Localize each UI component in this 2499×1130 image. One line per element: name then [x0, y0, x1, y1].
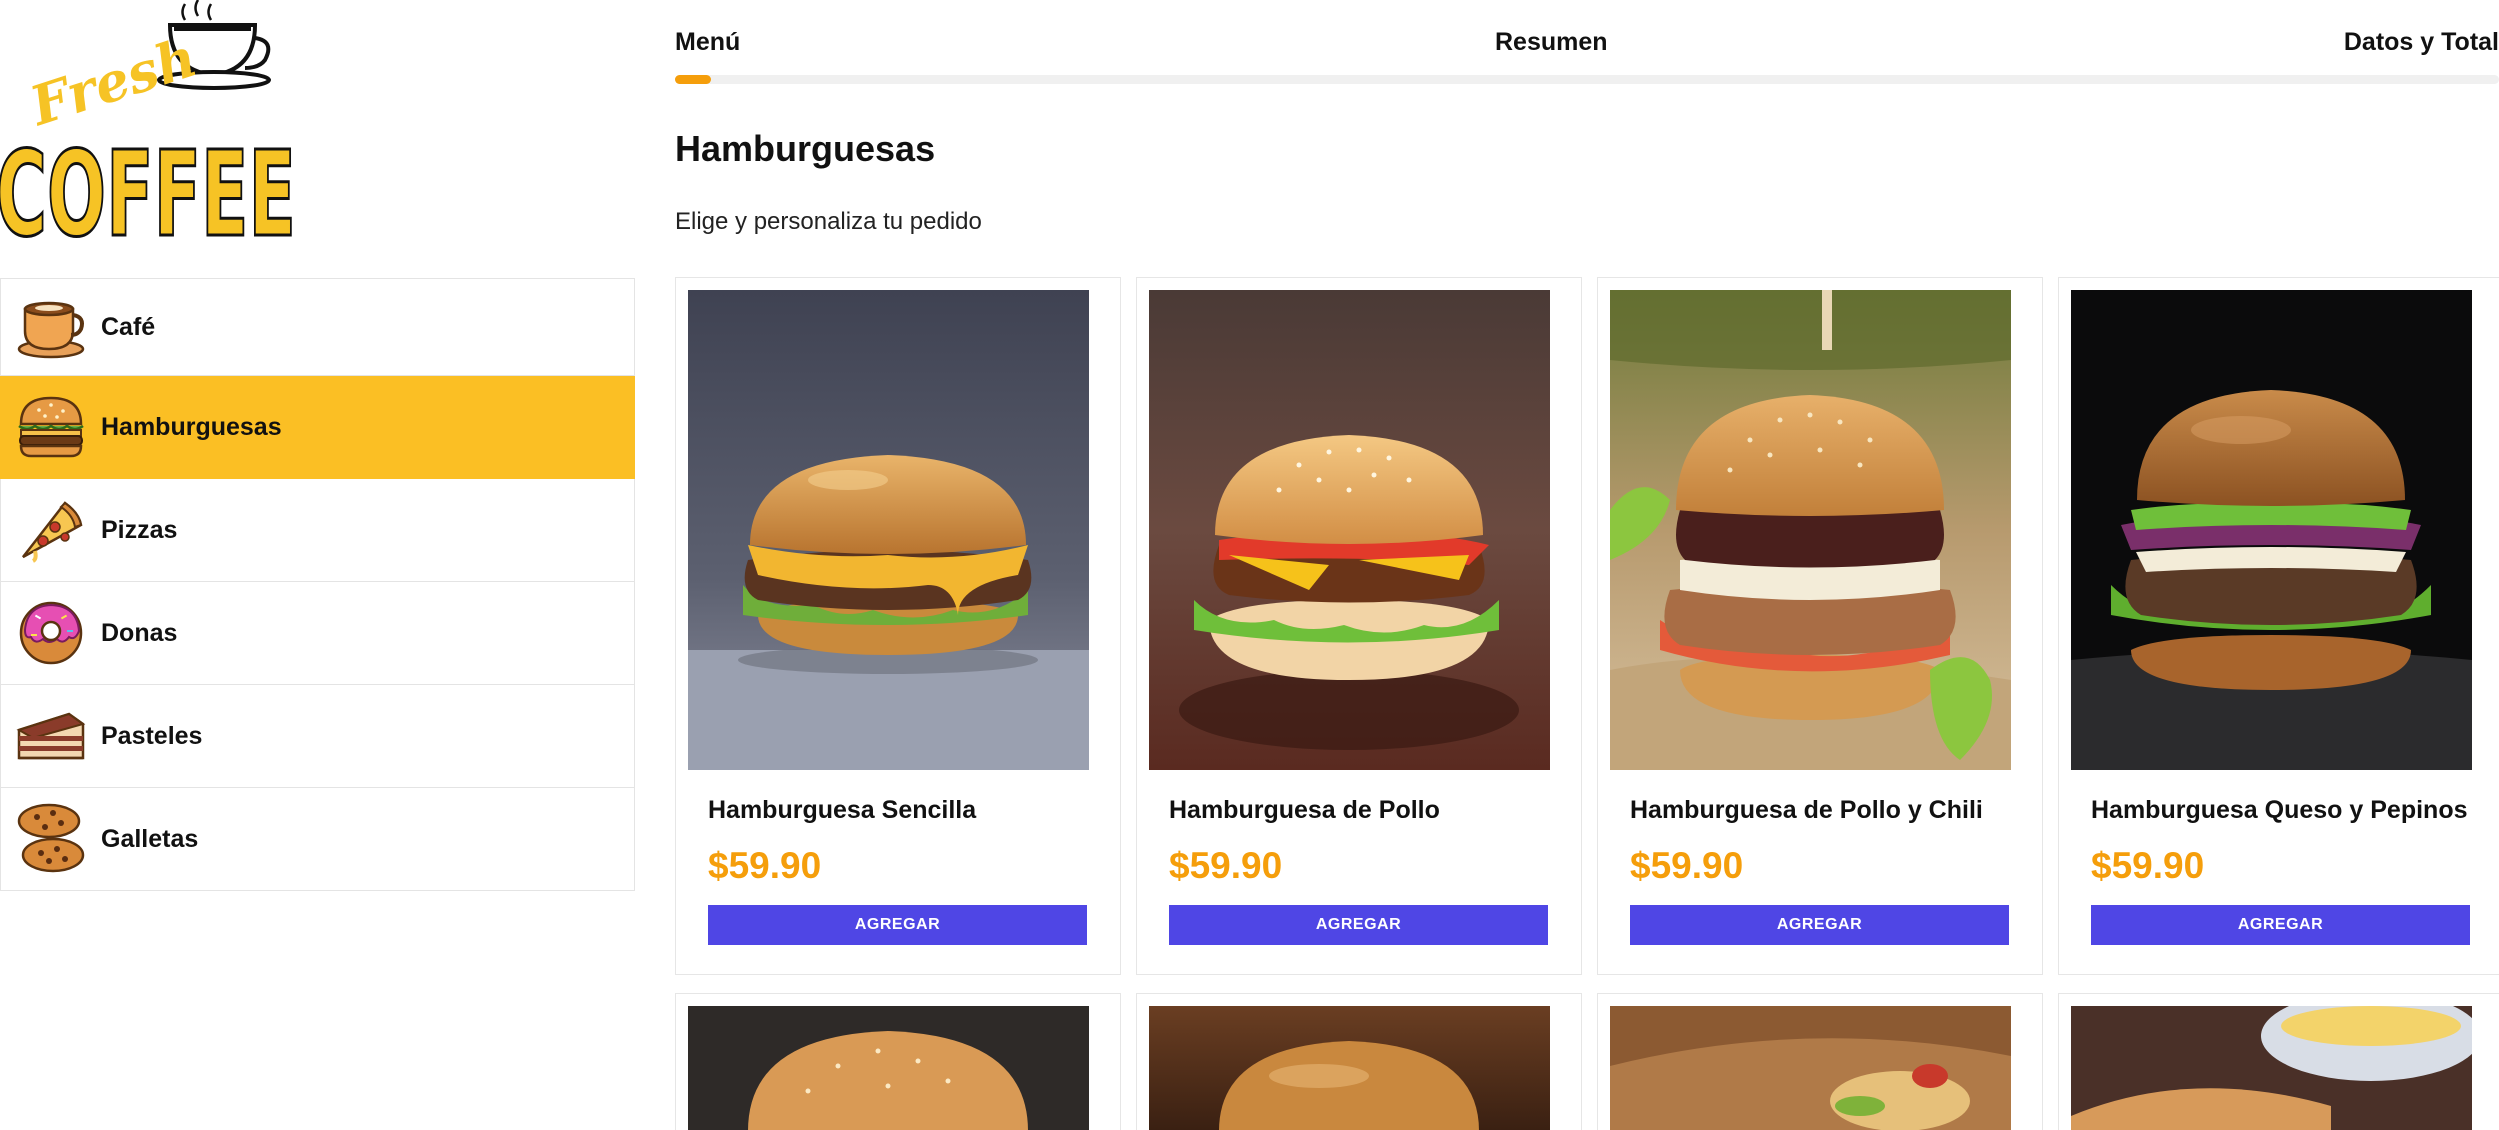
progress-fill: [675, 75, 711, 84]
page-title: Hamburguesas: [675, 128, 936, 169]
product-card: Hamburguesa Queso y Pepinos $59.90 AGREG…: [2058, 277, 2499, 975]
product-image[interactable]: [688, 290, 1089, 770]
product-image[interactable]: [1149, 290, 1550, 770]
sidebar-item-label: Pizzas: [101, 515, 178, 544]
product-image[interactable]: [2071, 290, 2472, 770]
fresh-coffee-logo: Fresh COFFEE: [0, 0, 300, 265]
product-card: Hamburguesa Sencilla $59.90 AGREGAR: [675, 277, 1121, 975]
product-name: Hamburguesa Sencilla: [708, 796, 977, 824]
progress-track: [675, 75, 2499, 84]
category-sidebar: Café Hamburguesas Pizzas Donas Pasteles …: [0, 278, 635, 891]
logo-script-text: Fresh: [21, 25, 204, 139]
sidebar-item-label: Galletas: [101, 824, 199, 853]
step-datos-y-total[interactable]: Datos y Total: [2344, 28, 2499, 57]
product-name: Hamburguesa de Pollo: [1169, 796, 1440, 824]
product-card: Hamburguesa de Pollo y Chili $59.90 AGRE…: [1597, 277, 2043, 975]
add-to-order-button[interactable]: AGREGAR: [1630, 905, 2009, 945]
product-name: Hamburguesa Queso y Pepinos: [2091, 796, 2468, 824]
add-to-order-button[interactable]: AGREGAR: [1169, 905, 1548, 945]
pizza-slice-icon: [11, 490, 91, 570]
product-card: [675, 993, 1121, 1130]
add-to-order-button[interactable]: AGREGAR: [708, 905, 1087, 945]
add-to-order-button[interactable]: AGREGAR: [2091, 905, 2470, 945]
sidebar-item-donas[interactable]: Donas: [0, 582, 635, 685]
sidebar-item-galletas[interactable]: Galletas: [0, 788, 635, 891]
cake-icon: [11, 696, 91, 776]
logo-wordmark: COFFEE: [0, 125, 296, 245]
sidebar-item-label: Donas: [101, 618, 178, 647]
sidebar-item-cafe[interactable]: Café: [0, 278, 635, 376]
product-image[interactable]: [1149, 1006, 1550, 1130]
product-card: [1136, 993, 1582, 1130]
product-name: Hamburguesa de Pollo y Chili: [1630, 796, 1983, 824]
donut-icon: [11, 593, 91, 673]
product-image[interactable]: [688, 1006, 1089, 1130]
product-price: $59.90: [2091, 845, 2205, 886]
product-price: $59.90: [708, 845, 822, 886]
cookies-icon: [11, 799, 91, 879]
step-resumen[interactable]: Resumen: [1495, 28, 1608, 57]
sidebar-item-label: Café: [101, 312, 156, 341]
sidebar-item-pizzas[interactable]: Pizzas: [0, 479, 635, 582]
product-image[interactable]: [1610, 1006, 2011, 1130]
product-image[interactable]: [1610, 290, 2011, 770]
step-menu[interactable]: Menú: [675, 28, 740, 57]
page-subtitle: Elige y personaliza tu pedido: [675, 208, 982, 235]
sidebar-item-hamburguesas[interactable]: Hamburguesas: [0, 376, 635, 479]
product-price: $59.90: [1630, 845, 1744, 886]
product-card: [2058, 993, 2499, 1130]
burger-icon: [11, 387, 91, 467]
product-card: [1597, 993, 2043, 1130]
product-price: $59.90: [1169, 845, 1283, 886]
product-image[interactable]: [2071, 1006, 2472, 1130]
order-steps: Menú Resumen Datos y Total: [675, 0, 2499, 90]
sidebar-item-pasteles[interactable]: Pasteles: [0, 685, 635, 788]
coffee-cup-icon: [11, 287, 91, 367]
sidebar-item-label: Hamburguesas: [101, 412, 282, 441]
product-card: Hamburguesa de Pollo $59.90 AGREGAR: [1136, 277, 1582, 975]
sidebar-item-label: Pasteles: [101, 721, 203, 750]
